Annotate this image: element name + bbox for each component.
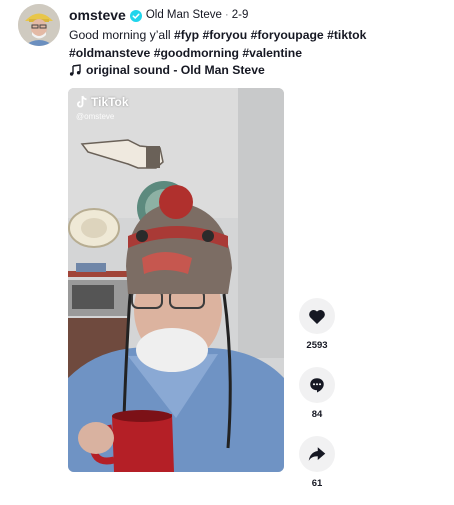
nickname[interactable]: Old Man Steve: [146, 9, 222, 21]
tiktok-logo-icon: [77, 95, 87, 108]
comment-icon: [310, 378, 324, 393]
like-count: 2593: [306, 340, 328, 351]
share-button[interactable]: [299, 436, 335, 472]
watermark-username: @omsteve: [76, 112, 115, 121]
post-header: omsteve Old Man Steve · 2-9 Good morning…: [69, 6, 444, 62]
separator-dot: ·: [224, 8, 229, 21]
username-link[interactable]: omsteve: [69, 7, 126, 23]
video-frame: [68, 88, 284, 472]
action-bar: 2593 84 61: [299, 298, 335, 505]
share-arrow-icon: [308, 447, 326, 461]
like-button[interactable]: [299, 298, 335, 334]
music-note-icon: [69, 64, 81, 76]
comment-button[interactable]: [299, 367, 335, 403]
hashtag-link[interactable]: #foryou: [202, 28, 247, 42]
hashtag-link[interactable]: #tiktok: [327, 28, 366, 42]
hashtag-link[interactable]: #goodmorning: [154, 46, 239, 60]
comment-count: 84: [311, 409, 323, 420]
music-link[interactable]: original sound - Old Man Steve: [69, 63, 265, 77]
watermark-brand: TikTok: [91, 95, 129, 109]
hashtag-link[interactable]: #valentine: [242, 46, 302, 60]
post-date: 2-9: [231, 8, 249, 21]
music-title: original sound - Old Man Steve: [86, 63, 265, 77]
avatar-image: [18, 4, 60, 46]
avatar[interactable]: [18, 4, 60, 46]
verified-badge-icon: [129, 9, 142, 22]
hashtag-link[interactable]: #fyp: [174, 28, 199, 42]
video-player[interactable]: TikTok @omsteve: [68, 88, 284, 472]
heart-icon: [309, 309, 325, 324]
hashtag-link[interactable]: #oldmansteve: [69, 46, 150, 60]
caption-text: Good morning y’all: [69, 28, 171, 42]
post-caption: Good morning y’all #fyp #foryou #foryoup…: [69, 26, 444, 62]
tiktok-watermark: TikTok: [76, 95, 129, 109]
hashtag-link[interactable]: #foryoupage: [251, 28, 324, 42]
